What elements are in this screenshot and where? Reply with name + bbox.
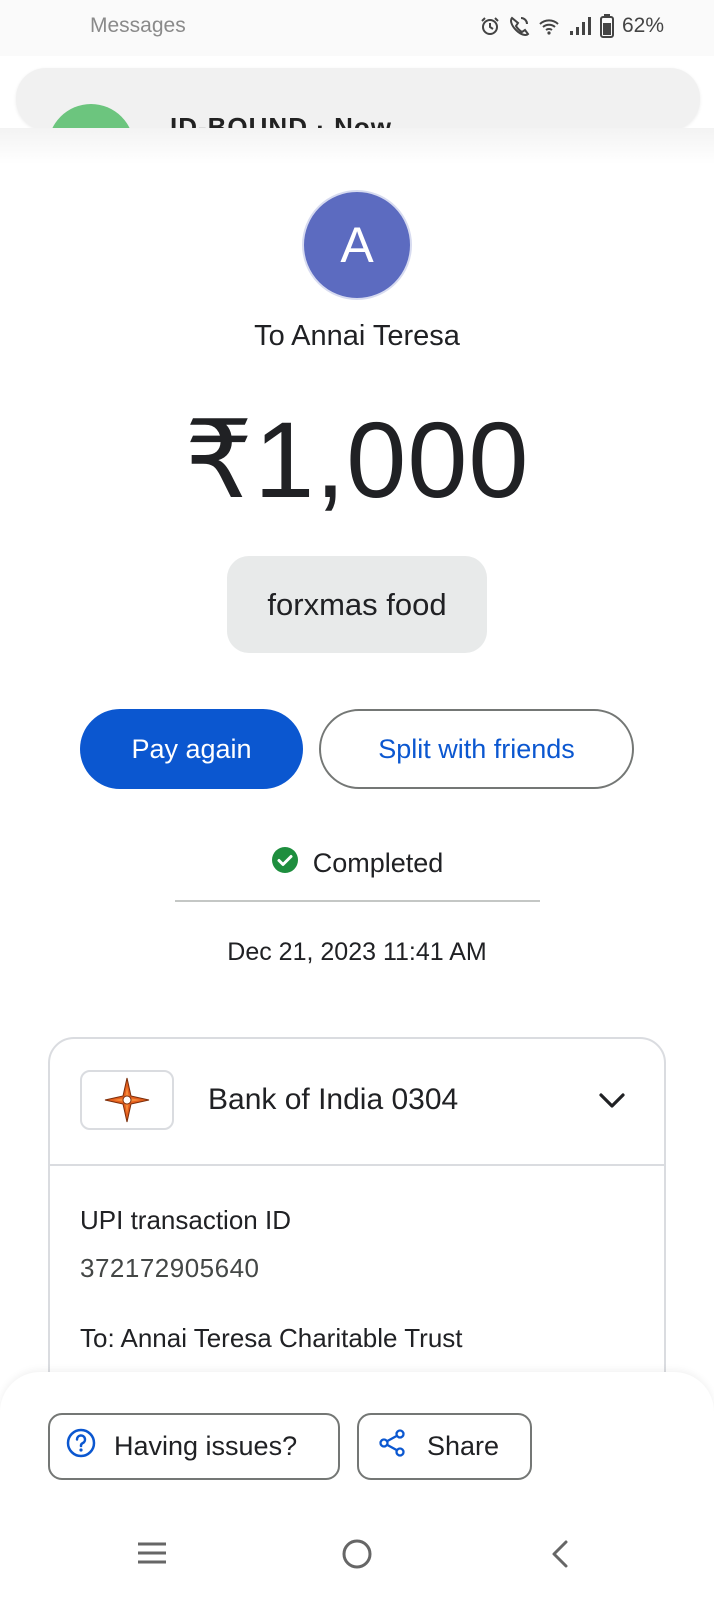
having-issues-label: Having issues? bbox=[114, 1431, 298, 1461]
recipient-full-name: To: Annai Teresa Charitable Trust bbox=[80, 1323, 463, 1353]
help-icon bbox=[66, 1428, 96, 1465]
divider bbox=[175, 900, 540, 902]
check-circle-icon bbox=[271, 846, 299, 881]
status-label: Completed bbox=[312, 848, 444, 878]
share-icon bbox=[377, 1428, 407, 1465]
status-app-name: Messages bbox=[90, 14, 186, 37]
bank-account-name: Bank of India 0304 bbox=[208, 1083, 459, 1116]
notification-avatar bbox=[48, 104, 134, 130]
payment-note: forxmas food bbox=[227, 556, 487, 653]
status-bar: Messages 62% bbox=[0, 0, 714, 56]
bank-star-icon bbox=[104, 1077, 150, 1123]
payment-amount: ₹1,000 bbox=[184, 399, 530, 520]
pay-again-button[interactable]: Pay again bbox=[80, 709, 303, 789]
system-navigation-bar bbox=[0, 1520, 714, 1599]
card-divider bbox=[50, 1164, 664, 1166]
alarm-icon bbox=[480, 16, 500, 36]
wifi-calling-icon bbox=[508, 16, 530, 36]
recent-apps-icon[interactable] bbox=[134, 1538, 170, 1573]
payment-datetime: Dec 21, 2023 11:41 AM bbox=[227, 938, 487, 966]
signal-icon bbox=[568, 16, 592, 36]
share-label: Share bbox=[427, 1431, 500, 1461]
back-icon[interactable] bbox=[548, 1538, 572, 1577]
split-with-friends-button[interactable]: Split with friends bbox=[319, 709, 634, 789]
home-icon[interactable] bbox=[340, 1538, 374, 1577]
upi-transaction-id-value: 372172905640 bbox=[80, 1253, 260, 1283]
wifi-icon bbox=[538, 16, 560, 36]
payment-status: Completed bbox=[0, 846, 714, 881]
notification-shadow bbox=[0, 128, 714, 164]
share-button[interactable]: Share bbox=[357, 1413, 532, 1480]
status-icons: 62% bbox=[480, 14, 664, 38]
recipient-avatar: A bbox=[302, 190, 412, 300]
having-issues-button[interactable]: Having issues? bbox=[48, 1413, 340, 1480]
recipient-name: To Annai Teresa bbox=[254, 320, 460, 352]
bank-logo bbox=[80, 1070, 174, 1130]
notification-card[interactable]: ID-BOUND · Now bbox=[16, 68, 700, 130]
battery-icon bbox=[599, 14, 614, 38]
chevron-down-icon[interactable] bbox=[594, 1083, 630, 1124]
battery-percent: 62% bbox=[621, 14, 664, 37]
upi-transaction-id-label: UPI transaction ID bbox=[80, 1205, 291, 1235]
